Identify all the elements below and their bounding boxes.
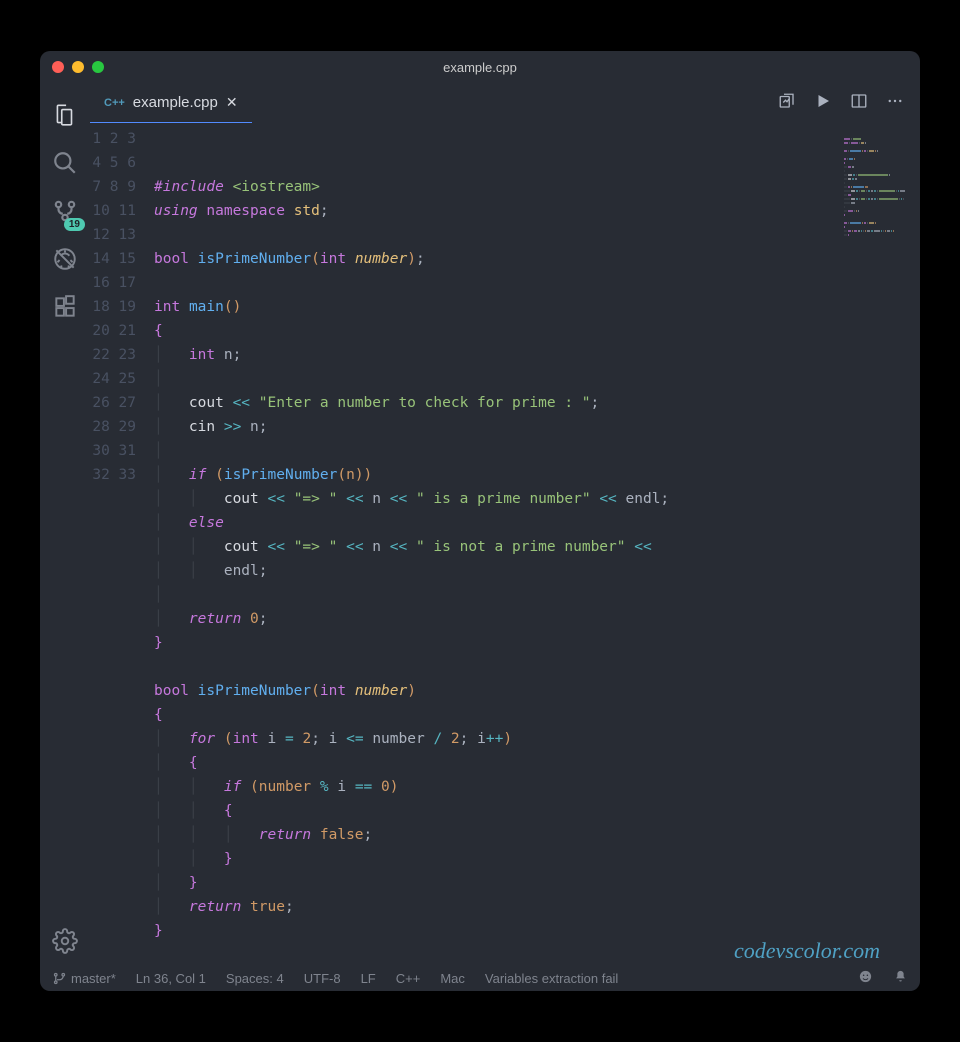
maximize-window-button[interactable]	[92, 61, 104, 73]
code-line: │ │ cout << "=> " << n << " is not a pri…	[154, 535, 920, 559]
code-line	[154, 655, 920, 679]
code-line: │ if (isPrimeNumber(n))	[154, 463, 920, 487]
line-gutter: 1 2 3 4 5 6 7 8 9 10 11 12 13 14 15 16 1…	[90, 123, 154, 965]
extensions-icon[interactable]	[41, 283, 89, 331]
code-line: │ else	[154, 511, 920, 535]
tab-filename: example.cpp	[133, 94, 218, 111]
code-line: │ return true;	[154, 895, 920, 919]
code-line: }	[154, 631, 920, 655]
code-line: {	[154, 703, 920, 727]
branch-name: master*	[71, 971, 116, 986]
code-line: │ │ }	[154, 847, 920, 871]
status-message[interactable]: Variables extraction fail	[485, 971, 618, 986]
code-line: │ │ │ return false;	[154, 823, 920, 847]
code-content[interactable]: #include <iostream>using namespace std; …	[154, 123, 920, 965]
indentation[interactable]: Spaces: 4	[226, 971, 284, 986]
code-line: │ {	[154, 751, 920, 775]
explorer-icon[interactable]	[41, 91, 89, 139]
minimap[interactable]	[844, 127, 914, 237]
tab-close-icon[interactable]: ✕	[226, 94, 238, 111]
language-mode[interactable]: C++	[396, 971, 421, 986]
code-line: │	[154, 583, 920, 607]
notifications-icon[interactable]	[893, 969, 908, 987]
app-window: example.cpp 19	[40, 51, 920, 991]
tab-example-cpp[interactable]: C++ example.cpp ✕	[90, 83, 252, 123]
cursor-position[interactable]: Ln 36, Col 1	[136, 971, 206, 986]
editor-body[interactable]: 1 2 3 4 5 6 7 8 9 10 11 12 13 14 15 16 1…	[90, 123, 920, 965]
code-line: │ return 0;	[154, 607, 920, 631]
titlebar: example.cpp	[40, 51, 920, 83]
minimize-window-button[interactable]	[72, 61, 84, 73]
git-branch-icon[interactable]: master*	[52, 971, 116, 986]
code-line: │ cout << "Enter a number to check for p…	[154, 391, 920, 415]
code-line: │ }	[154, 871, 920, 895]
compare-changes-icon[interactable]	[778, 92, 796, 115]
code-line: bool isPrimeNumber(int number)	[154, 679, 920, 703]
main-area: 19 C++ example.cpp ✕	[40, 83, 920, 965]
code-line: │ │ cout << "=> " << n << " is a prime n…	[154, 487, 920, 511]
code-line: #include <iostream>	[154, 175, 920, 199]
more-actions-icon[interactable]	[886, 92, 904, 115]
feedback-icon[interactable]	[858, 969, 873, 987]
code-line: bool isPrimeNumber(int number);	[154, 247, 920, 271]
window-title: example.cpp	[40, 60, 920, 75]
code-line: {	[154, 319, 920, 343]
debug-icon[interactable]	[41, 235, 89, 283]
watermark: codevscolor.com	[734, 939, 880, 963]
run-icon[interactable]	[814, 92, 832, 115]
code-line	[154, 223, 920, 247]
code-line: │ │ if (number % i == 0)	[154, 775, 920, 799]
activity-bar: 19	[40, 83, 90, 965]
code-line: │ cin >> n;	[154, 415, 920, 439]
code-line: │ for (int i = 2; i <= number / 2; i++)	[154, 727, 920, 751]
tab-bar: C++ example.cpp ✕	[90, 83, 920, 123]
source-control-icon[interactable]: 19	[41, 187, 89, 235]
code-line: │ │ {	[154, 799, 920, 823]
settings-icon[interactable]	[41, 917, 89, 965]
code-line	[154, 271, 920, 295]
code-line: │	[154, 439, 920, 463]
cpp-lang-icon: C++	[104, 97, 125, 109]
code-line: │ int n;	[154, 343, 920, 367]
code-line: int main()	[154, 295, 920, 319]
traffic-lights	[52, 61, 104, 73]
os[interactable]: Mac	[440, 971, 465, 986]
source-control-badge: 19	[64, 218, 85, 231]
status-bar: master* Ln 36, Col 1 Spaces: 4 UTF-8 LF …	[40, 965, 920, 991]
code-line: │	[154, 367, 920, 391]
close-window-button[interactable]	[52, 61, 64, 73]
encoding[interactable]: UTF-8	[304, 971, 341, 986]
search-icon[interactable]	[41, 139, 89, 187]
eol[interactable]: LF	[361, 971, 376, 986]
code-line: │ │ endl;	[154, 559, 920, 583]
split-editor-icon[interactable]	[850, 92, 868, 115]
editor-actions	[778, 83, 920, 123]
code-line: using namespace std;	[154, 199, 920, 223]
editor-area: C++ example.cpp ✕	[90, 83, 920, 965]
